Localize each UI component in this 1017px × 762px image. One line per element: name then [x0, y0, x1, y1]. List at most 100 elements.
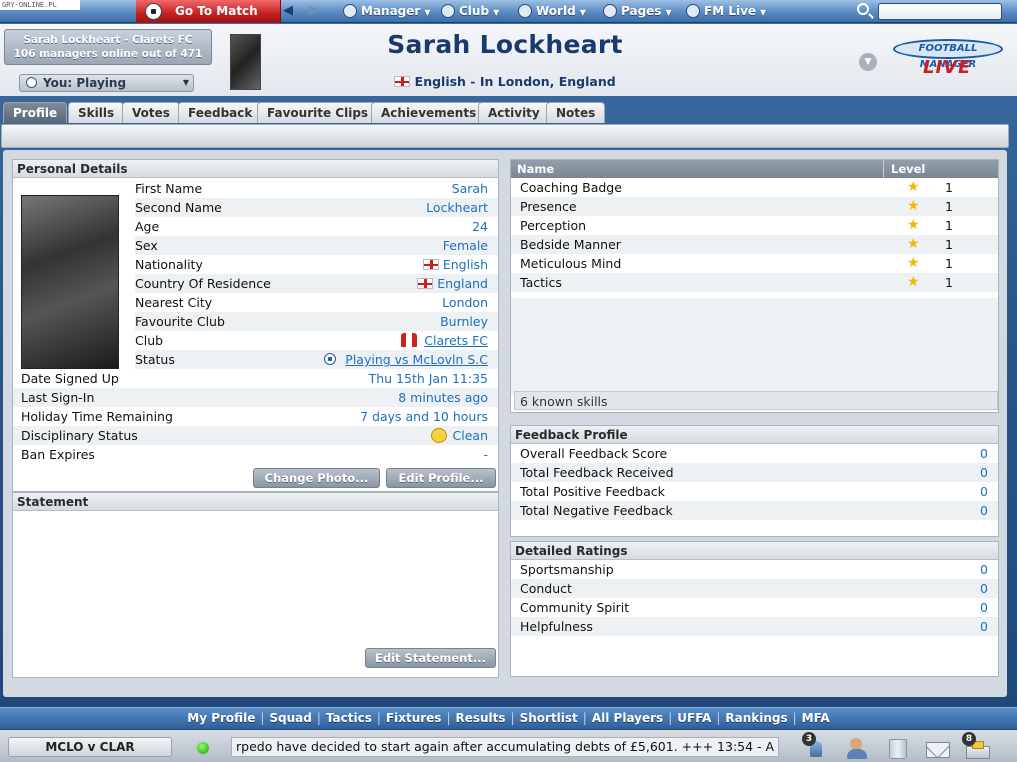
trash-icon[interactable]	[886, 737, 910, 759]
manager-alert-icon[interactable]: 3	[802, 732, 830, 759]
tab-activity[interactable]: Activity	[478, 102, 550, 123]
tab-skills[interactable]: Skills	[68, 102, 125, 123]
tab-votes[interactable]: Votes	[122, 102, 180, 123]
edit-statement-button[interactable]: Edit Statement...	[365, 648, 496, 668]
nav-mfa[interactable]: MFA	[797, 708, 835, 729]
statement-title: Statement	[13, 493, 498, 511]
star-icon: ★	[907, 274, 920, 290]
skills-empty-area	[511, 298, 998, 395]
detailed-ratings-panel: Detailed Ratings Sportsmanship 0 Conduct 0…	[510, 541, 999, 677]
nav-fixtures[interactable]: Fixtures	[381, 708, 447, 729]
table-row[interactable]: Perception ★ 1	[511, 216, 998, 235]
tab-favourite-clips[interactable]: Favourite Clips	[257, 102, 379, 123]
feedback-profile-panel: Feedback Profile Overall Feedback Score 0…	[510, 425, 999, 537]
nav-tactics[interactable]: Tactics	[321, 708, 377, 729]
news-ticker[interactable]: rpedo have decided to start again after …	[231, 737, 779, 757]
chevron-down-icon: ▼	[493, 8, 500, 17]
rating-label: Sportsmanship	[520, 562, 614, 577]
table-row[interactable]: Presence ★ 1	[511, 197, 998, 216]
feedback-label: Total Negative Feedback	[520, 503, 673, 518]
notification-count-badge: 8	[962, 732, 976, 746]
user-club-line: Sarah Lockheart - Clarets FC	[23, 34, 193, 46]
list-item: First Name Sarah	[135, 179, 498, 198]
avatar	[230, 34, 261, 90]
skill-name: Meticulous Mind	[520, 256, 622, 271]
edit-profile-button[interactable]: Edit Profile...	[386, 468, 496, 488]
current-match-button[interactable]: MCLO v CLAR	[8, 737, 172, 757]
smiley-icon	[430, 428, 447, 443]
list-item: Last Sign-In 8 minutes ago	[13, 388, 498, 407]
list-item: Second Name Lockheart	[135, 198, 498, 217]
skills-panel: Name Level Coaching Badge ★ 1 Presence ★ 1 P…	[510, 159, 999, 413]
online-status-icon	[197, 742, 209, 754]
nav-rankings[interactable]: Rankings	[720, 708, 792, 729]
status-match-link[interactable]: Playing vs McLovln S.C	[345, 352, 488, 367]
menu-pages[interactable]: Pages ▼	[603, 0, 672, 23]
change-photo-button[interactable]: Change Photo...	[253, 468, 380, 488]
skill-name: Presence	[520, 199, 577, 214]
detail-label: Second Name	[135, 200, 222, 215]
chevron-down-icon[interactable]: ▼	[859, 53, 877, 71]
tab-achievements[interactable]: Achievements	[371, 102, 487, 123]
menu-fm-live[interactable]: FM Live ▼	[686, 0, 766, 23]
detail-value: -	[483, 447, 488, 462]
go-to-match-button[interactable]: Go To Match	[136, 0, 281, 23]
chevron-down-icon: ▼	[424, 8, 431, 17]
chevron-down-icon: ▼	[182, 78, 189, 87]
col-name-header[interactable]: Name	[517, 160, 554, 178]
status-select[interactable]: You: Playing ▼	[19, 74, 194, 92]
disciplinary-value: Clean	[452, 428, 488, 443]
manager-location-text: English - In London, England	[414, 74, 616, 89]
tab-profile[interactable]: Profile	[3, 102, 68, 123]
list-item: Ban Expires -	[13, 445, 498, 464]
table-row[interactable]: Bedside Manner ★ 1	[511, 235, 998, 254]
nav-shortlist[interactable]: Shortlist	[515, 708, 583, 729]
club-link[interactable]: Clarets FC	[424, 333, 488, 348]
search-icon[interactable]	[857, 3, 869, 15]
menu-club[interactable]: Club ▼	[441, 0, 499, 23]
forward-arrow-icon[interactable]: ▶	[309, 3, 319, 19]
menu-fm-live-label: FM Live	[704, 4, 757, 18]
table-row[interactable]: Coaching Badge ★ 1	[511, 178, 998, 197]
menu-manager[interactable]: Manager ▼	[343, 0, 430, 23]
profile-tabs: Profile Skills Votes Feedback Favourite …	[0, 96, 1017, 124]
list-item: Disciplinary Status Clean	[13, 426, 498, 445]
detail-value: Playing vs McLovln S.C	[324, 350, 488, 369]
detail-value: 7 days and 10 hours	[360, 409, 488, 424]
col-level-header[interactable]: Level	[891, 160, 925, 178]
manager-header: Sarah Lockheart - Clarets FC 106 manager…	[0, 24, 1017, 96]
detailed-ratings-title: Detailed Ratings	[511, 542, 998, 560]
menu-club-label: Club	[459, 4, 490, 18]
chevron-down-icon: ▼	[760, 8, 767, 17]
status-bar: MCLO v CLAR rpedo have decided to start …	[0, 730, 1017, 762]
tab-feedback[interactable]: Feedback	[178, 102, 263, 123]
detail-value: Thu 15th Jan 11:35	[368, 371, 488, 386]
detail-label: Favourite Club	[135, 314, 225, 329]
menu-world[interactable]: World ▼	[518, 0, 586, 23]
staff-icon[interactable]	[846, 737, 870, 759]
nav-results[interactable]: Results	[450, 708, 510, 729]
skills-count: 6 known skills	[514, 391, 998, 410]
table-row[interactable]: Tactics ★ 1	[511, 273, 998, 292]
detail-label: Ban Expires	[21, 447, 95, 462]
nav-all-players[interactable]: All Players	[587, 708, 668, 729]
nav-squad[interactable]: Squad	[264, 708, 316, 729]
detail-label: Last Sign-In	[21, 390, 95, 405]
search-input[interactable]	[878, 3, 1002, 20]
skill-level: 1	[945, 199, 953, 214]
user-info-box[interactable]: Sarah Lockheart - Clarets FC 106 manager…	[4, 29, 212, 65]
table-row[interactable]: Meticulous Mind ★ 1	[511, 254, 998, 273]
mail-icon[interactable]	[925, 734, 950, 759]
detail-value: 24	[472, 219, 488, 234]
chevron-down-icon: ▼	[665, 8, 672, 17]
tab-notes[interactable]: Notes	[546, 102, 606, 123]
feedback-value: 0	[980, 503, 988, 518]
nav-my-profile[interactable]: My Profile	[182, 708, 260, 729]
nav-uffa[interactable]: UFFA	[672, 708, 716, 729]
detail-value: Female	[442, 238, 488, 253]
list-item: Total Negative Feedback 0	[511, 501, 998, 520]
menu-pages-label: Pages	[621, 4, 662, 18]
inbox-icon[interactable]: 8	[962, 732, 990, 759]
back-arrow-icon[interactable]: ◀	[283, 3, 293, 19]
personal-details-list: First Name Sarah Second Name Lockheart Age…	[13, 179, 498, 464]
